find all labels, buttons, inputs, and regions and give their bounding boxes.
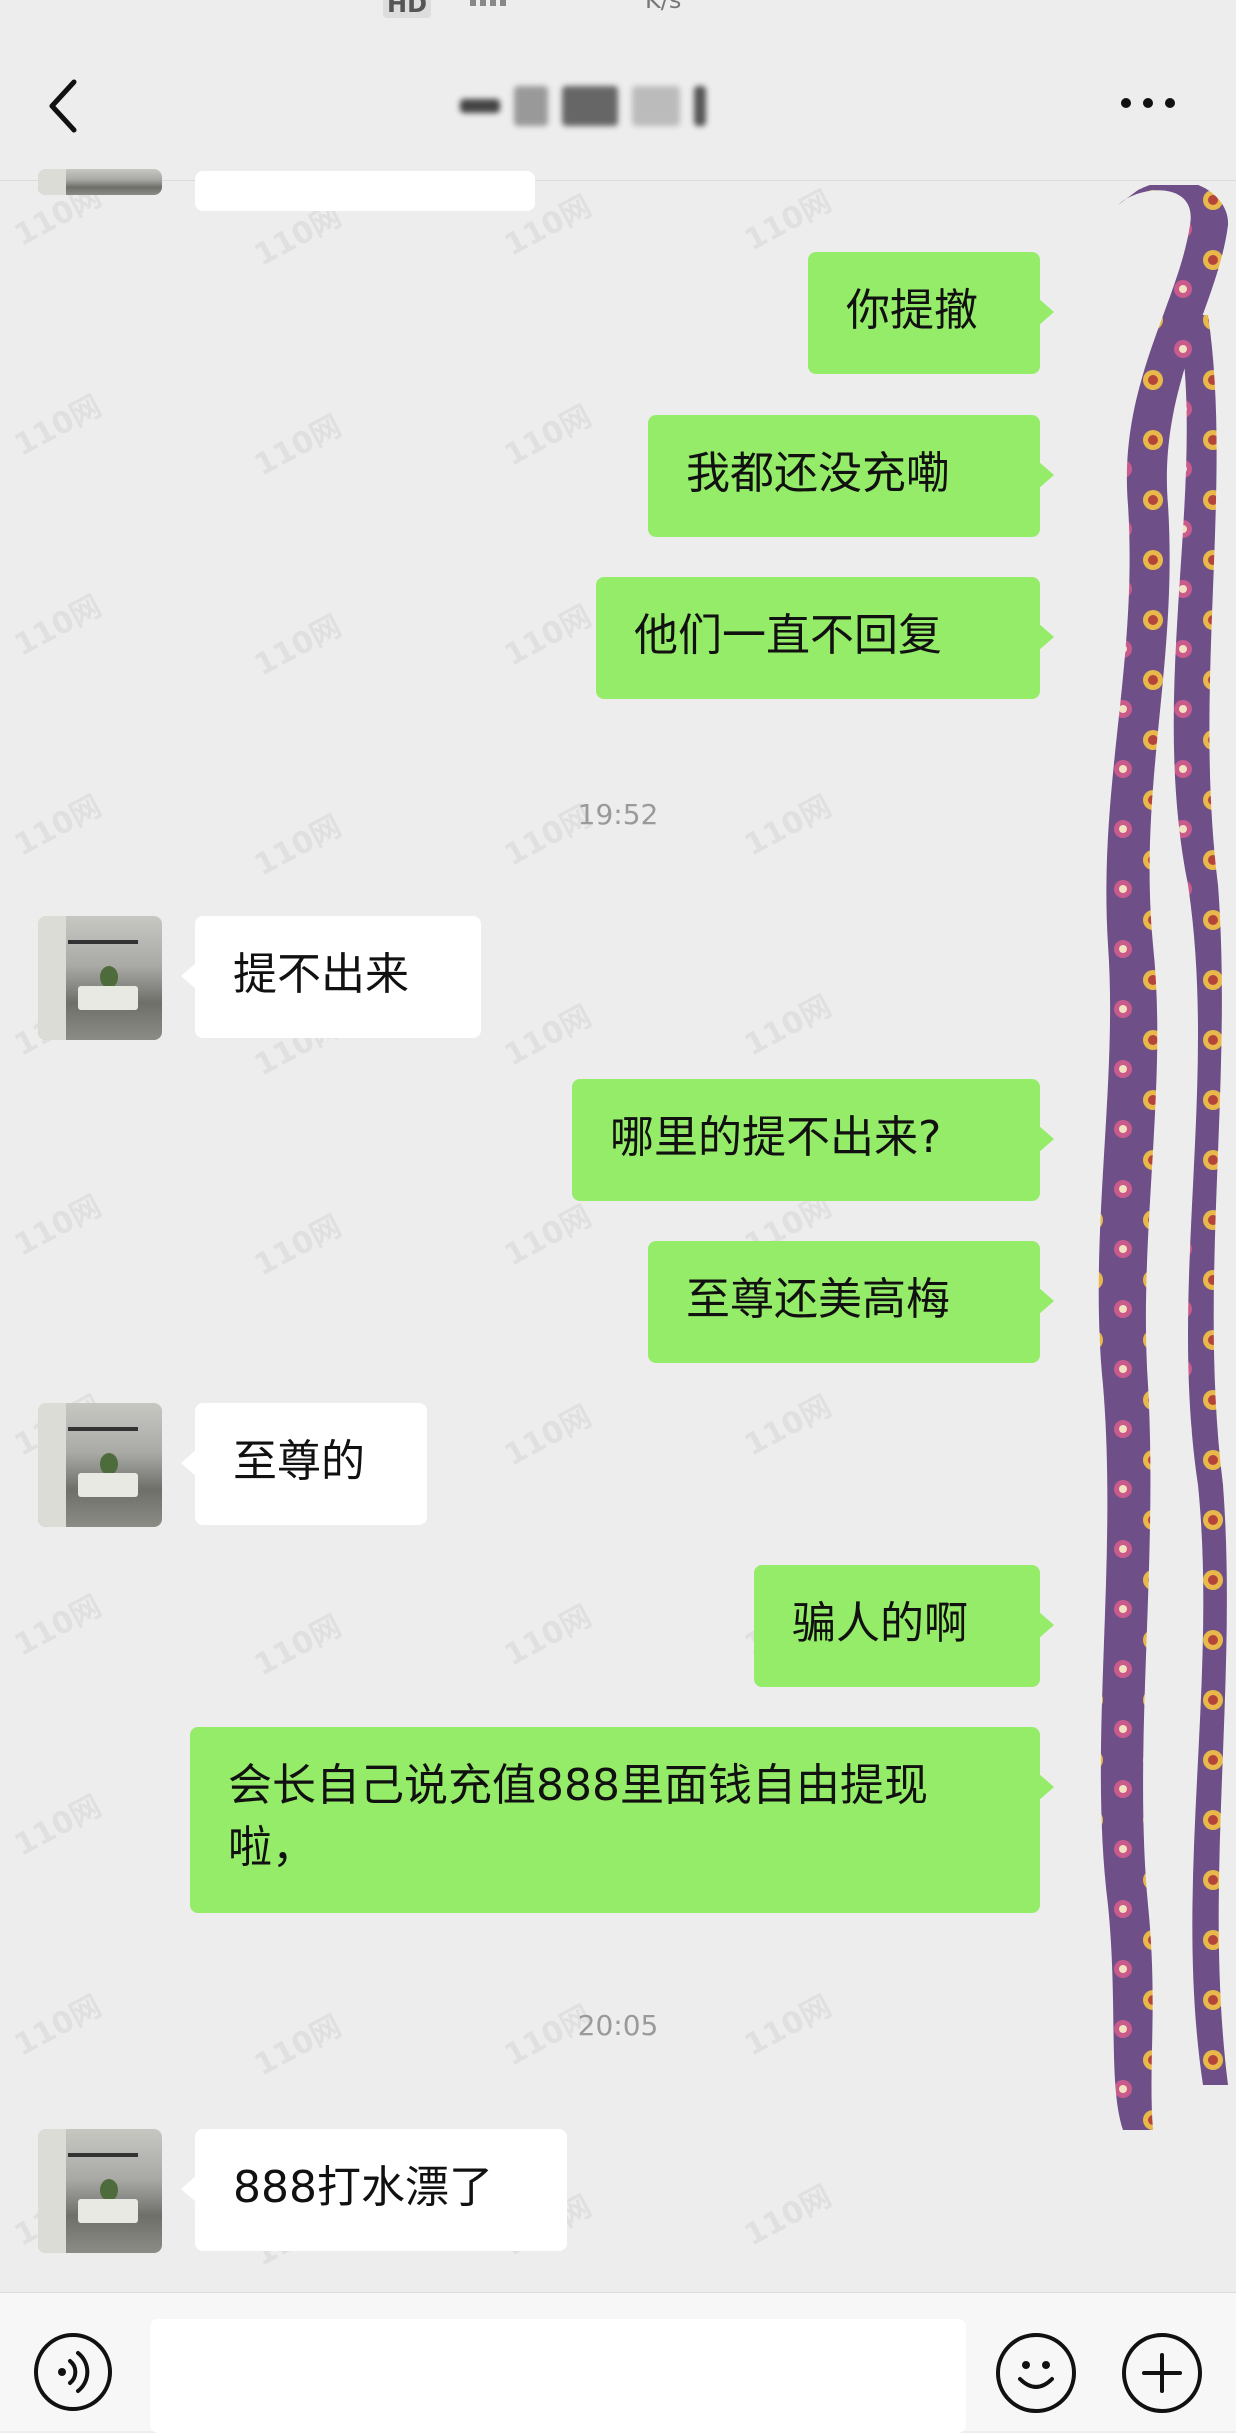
watermark: 110网 (738, 2178, 838, 2254)
watermark: 110网 (8, 1188, 108, 1264)
redaction-block (694, 86, 706, 126)
watermark: 110网 (738, 1388, 838, 1464)
watermark: 110网 (498, 1598, 598, 1674)
voice-icon (58, 2351, 90, 2393)
watermark: 110网 (248, 1208, 348, 1284)
message-bubble-sent[interactable]: 哪里的提不出来? (572, 1079, 1054, 1201)
message-bubble-sent[interactable]: 我都还没充嘞 (648, 415, 1054, 537)
timestamp: 20:05 (577, 2009, 659, 2042)
contact-avatar[interactable] (38, 169, 162, 195)
avatar-photo-part (100, 2179, 118, 2201)
redaction-block (514, 86, 548, 126)
redaction-block (632, 86, 680, 126)
watermark: 110网 (498, 1198, 598, 1274)
avatar-photo-part (38, 1403, 66, 1527)
chat-title-redacted (460, 76, 780, 136)
plus-icon (1142, 2353, 1182, 2393)
message-bubble-received[interactable]: 至尊的 (181, 1403, 427, 1525)
input-bar (0, 2292, 1236, 2433)
message-bubble-sent[interactable]: 至尊还美高梅 (648, 1241, 1054, 1363)
watermark: 110网 (8, 1788, 108, 1864)
watermark: 110网 (248, 408, 348, 484)
message-bubble-received[interactable] (195, 171, 535, 211)
avatar-photo-part (68, 2153, 138, 2157)
avatar-photo-part (78, 986, 138, 1010)
message-list[interactable]: 110网 110网 110网 110网 110网 110网 110网 110网 … (0, 169, 1236, 2291)
message-bubble-received[interactable]: 提不出来 (181, 916, 481, 1038)
timestamp: 19:52 (577, 798, 659, 831)
watermark: 110网 (8, 388, 108, 464)
watermark: 110网 (738, 183, 838, 259)
message-bubble-sent[interactable]: 会长自己说充值888里面钱自由提现啦， (190, 1727, 1054, 1913)
watermark: 110网 (498, 398, 598, 474)
plus-button[interactable] (1122, 2333, 1202, 2413)
watermark: 110网 (248, 1608, 348, 1684)
message-bubble-sent[interactable]: 他们一直不回复 (596, 577, 1054, 699)
contact-avatar[interactable] (38, 1403, 162, 1527)
ellipsis-icon (1121, 98, 1175, 108)
chat-header (0, 28, 1236, 181)
hd-badge: HD (383, 0, 432, 18)
message-bubble-sent[interactable]: 骗人的啊 (754, 1565, 1054, 1687)
redaction-scribble (1098, 185, 1229, 2130)
status-bar: HD K/s (0, 0, 1236, 28)
chevron-left-icon (49, 79, 77, 133)
avatar-photo-part (38, 916, 66, 1040)
watermark: 110网 (248, 608, 348, 684)
watermark: 110网 (498, 598, 598, 674)
voice-button[interactable] (34, 2333, 112, 2411)
avatar-photo-part (38, 169, 66, 195)
emoji-button[interactable] (996, 2333, 1076, 2413)
signal-icon (470, 0, 510, 6)
watermark: 110网 (8, 588, 108, 664)
message-input[interactable] (150, 2319, 966, 2433)
network-speed: K/s (645, 0, 682, 14)
avatar-photo-part (100, 966, 118, 988)
avatar-photo-part (100, 1453, 118, 1475)
avatar-photo-part (38, 2129, 66, 2253)
avatar-photo-part (78, 2199, 138, 2223)
contact-avatar[interactable] (38, 916, 162, 1040)
redaction-block (460, 99, 500, 113)
avatar-photo-part (68, 1427, 138, 1431)
contact-avatar[interactable] (38, 2129, 162, 2253)
emoji-icon (1018, 2361, 1054, 2389)
message-bubble-sent[interactable]: 你提撤 (808, 252, 1054, 374)
avatar-photo-part (68, 940, 138, 944)
watermark: 110网 (738, 988, 838, 1064)
watermark: 110网 (498, 998, 598, 1074)
redaction-block (562, 86, 618, 126)
watermark: 110网 (8, 1588, 108, 1664)
back-button[interactable] (40, 76, 90, 136)
more-button[interactable] (1118, 88, 1178, 118)
avatar-photo-part (78, 1473, 138, 1497)
watermark: 110网 (498, 1398, 598, 1474)
message-bubble-received[interactable]: 888打水漂了 (181, 2129, 567, 2251)
